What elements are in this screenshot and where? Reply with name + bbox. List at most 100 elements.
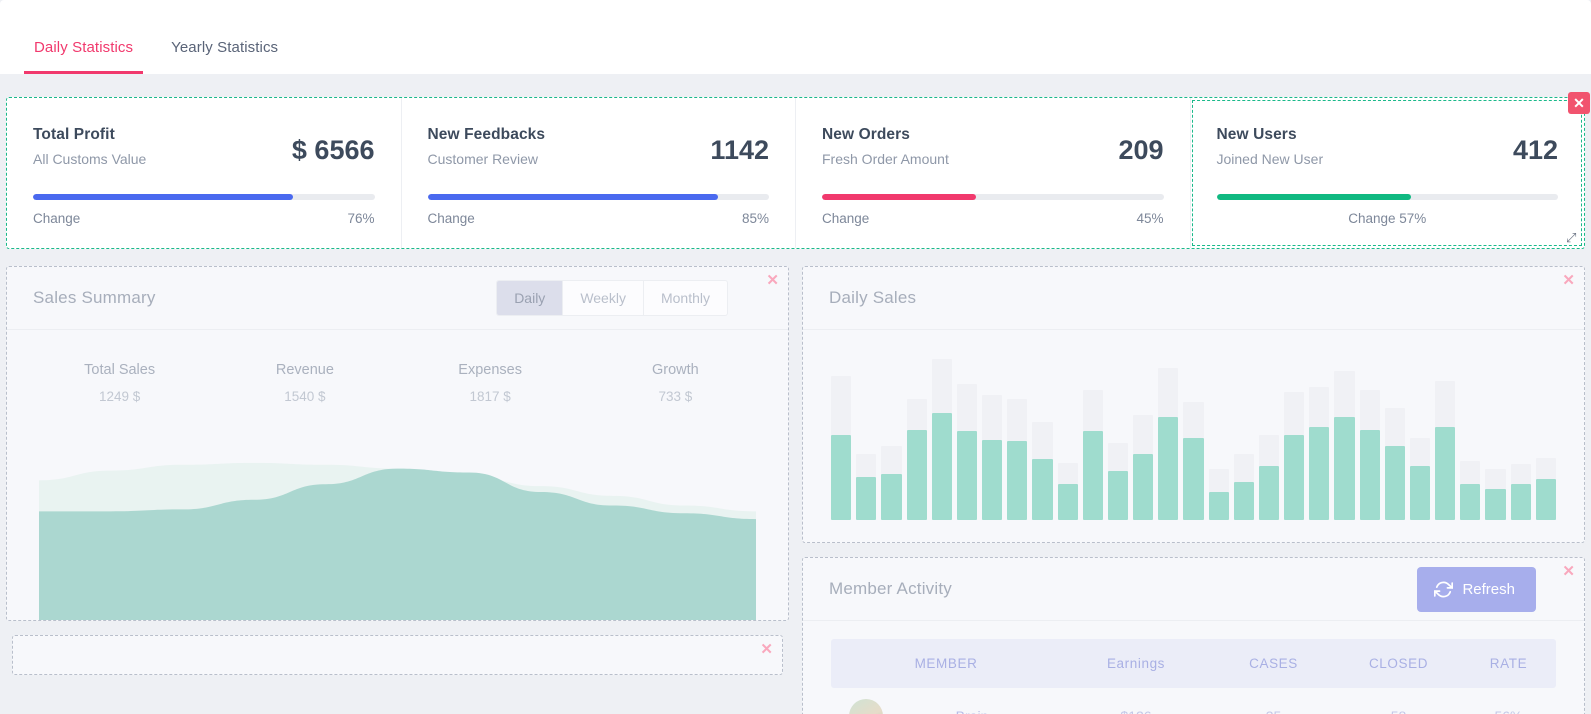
close-icon[interactable]: ✕: [1562, 564, 1575, 579]
panel-member-activity[interactable]: ✕ Member Activity Refresh MEMBER Earning…: [802, 557, 1585, 714]
metric-label: Expenses: [458, 362, 522, 378]
stat-card-footer: Change 76%: [33, 211, 375, 226]
progress-track: [33, 194, 375, 200]
stat-card-title: New Feedbacks: [427, 126, 546, 143]
change-value: 85%: [741, 211, 769, 226]
panel-header: Member Activity Refresh: [803, 558, 1584, 621]
range-option-monthly[interactable]: Monthly: [644, 281, 727, 315]
metric-growth: Growth 733 $: [583, 362, 768, 404]
bar-segment-sales: [1183, 438, 1204, 520]
bar-segment-sales: [1334, 416, 1355, 520]
table-cell-closed: 58: [1336, 708, 1461, 714]
bar-segment-total: [1384, 408, 1405, 447]
bar-segment-total: [982, 395, 1003, 440]
panel-header: Sales Summary Daily Weekly Monthly: [7, 267, 788, 330]
close-icon[interactable]: ✕: [760, 642, 773, 657]
bar-segment-total: [1208, 469, 1229, 493]
range-option-weekly[interactable]: Weekly: [563, 281, 644, 315]
bar-segment-total: [1334, 370, 1355, 417]
bar-column: [1334, 356, 1355, 520]
bar-segment-sales: [1158, 416, 1179, 520]
bar-segment-total: [931, 359, 952, 414]
bar-segment-sales: [1233, 482, 1254, 520]
left-column: ✕ Sales Summary Daily Weekly Monthly Tot…: [6, 266, 789, 675]
refresh-button[interactable]: Refresh: [1417, 566, 1536, 612]
table-cell-rate: 56%: [1461, 708, 1556, 714]
bar-segment-sales: [1082, 431, 1103, 520]
stat-card-footer: Change 45%: [822, 211, 1164, 226]
change-label: Change 57%: [1348, 211, 1427, 226]
bar-segment-sales: [1057, 483, 1078, 520]
stat-card-subtitle: Joined New User: [1216, 151, 1324, 167]
bar-column: [956, 356, 978, 520]
stat-card-header: New Feedbacks Customer Review 1142: [428, 126, 770, 167]
bar-segment-sales: [1409, 465, 1431, 520]
bar-column: [1485, 356, 1506, 520]
close-icon[interactable]: ✕: [1562, 273, 1575, 288]
bar-column: [1007, 356, 1028, 520]
stat-card-new-orders[interactable]: New Orders Fresh Order Amount 209 Change…: [795, 98, 1190, 248]
bar-column: [1309, 356, 1330, 520]
stat-card-subtitle: Fresh Order Amount: [822, 151, 949, 167]
bar-segment-sales: [1133, 454, 1154, 520]
stat-card-header: New Orders Fresh Order Amount 209: [822, 126, 1164, 167]
progress-fill: [427, 194, 718, 200]
stat-card-value: 209: [1118, 135, 1164, 165]
metric-label: Revenue: [275, 362, 334, 378]
bar-segment-sales: [956, 431, 978, 520]
bar-column: [931, 356, 952, 520]
metric-label: Total Sales: [84, 362, 156, 378]
bar-column: [906, 356, 927, 520]
metric-value: 1817 $: [469, 389, 511, 404]
stat-cards-container[interactable]: ✕ Total Profit All Customs Value $ 6566 …: [6, 92, 1590, 249]
bar-column: [1359, 356, 1380, 520]
stat-card-new-users[interactable]: New Users Joined New User 412 Change 57%…: [1189, 98, 1585, 248]
bar-segment-total: [1258, 434, 1280, 466]
stat-card-new-feedbacks[interactable]: New Feedbacks Customer Review 1142 Chang…: [400, 98, 796, 248]
close-icon[interactable]: ✕: [766, 273, 779, 288]
bar-segment-sales: [1258, 465, 1280, 520]
column-header-cases: CASES: [1249, 656, 1298, 671]
panel-daily-sales[interactable]: ✕ Daily Sales: [802, 266, 1585, 543]
bar-segment-total: [1007, 398, 1028, 442]
bar-segment-total: [1183, 401, 1204, 438]
bar-segment-total: [1107, 442, 1129, 471]
stat-card-total-profit[interactable]: Total Profit All Customs Value $ 6566 Ch…: [7, 98, 401, 248]
bar-segment-total: [906, 398, 927, 430]
stat-card-title: New Orders: [822, 126, 911, 143]
metric-value: 1249 $: [98, 389, 141, 404]
stat-card-text: New Feedbacks Customer Review: [428, 126, 546, 167]
bar-segment-sales: [1284, 434, 1305, 520]
bar-segment-total: [831, 375, 852, 435]
tab-daily-statistics[interactable]: Daily Statistics: [24, 39, 144, 74]
bar-segment-total: [1133, 415, 1154, 455]
range-toggle-group[interactable]: Daily Weekly Monthly: [496, 280, 728, 316]
panel-sales-summary[interactable]: ✕ Sales Summary Daily Weekly Monthly Tot…: [6, 266, 789, 621]
stat-card-subtitle: All Customs Value: [33, 151, 147, 167]
column-header-earnings: Earnings: [1106, 656, 1166, 671]
bar-column: [1510, 356, 1531, 520]
table-row[interactable]: Brain $126 35 58 56%: [831, 688, 1556, 714]
tab-yearly-statistics[interactable]: Yearly Statistics: [161, 39, 288, 74]
bar-segment-total: [1309, 387, 1330, 427]
bar-segment-sales: [1359, 429, 1380, 520]
stat-card-footer: Change 57%: [1217, 211, 1559, 226]
metric-value: 733 $: [658, 389, 693, 404]
tab-bar: Daily Statistics Yearly Statistics: [0, 0, 1591, 74]
resize-handle-icon[interactable]: ⤢: [1566, 231, 1580, 245]
refresh-button-label: Refresh: [1462, 580, 1515, 598]
panel-placeholder-bottom-left[interactable]: ✕: [12, 635, 783, 675]
bar-segment-sales: [831, 434, 852, 520]
bar-segment-sales: [1384, 446, 1405, 520]
bar-segment-sales: [931, 413, 952, 520]
bar-column: [1233, 356, 1254, 520]
stat-card-title: New Users: [1216, 126, 1297, 143]
stat-card-value: 1142: [710, 135, 769, 165]
bar-segment-sales: [1208, 492, 1229, 520]
range-option-daily[interactable]: Daily: [497, 281, 564, 315]
metric-expenses: Expenses 1817 $: [398, 362, 583, 404]
bar-segment-sales: [1510, 483, 1531, 520]
bar-segment-total: [1284, 392, 1305, 435]
table-cell-earnings: $126: [1061, 708, 1211, 714]
close-icon[interactable]: ✕: [1568, 92, 1590, 114]
